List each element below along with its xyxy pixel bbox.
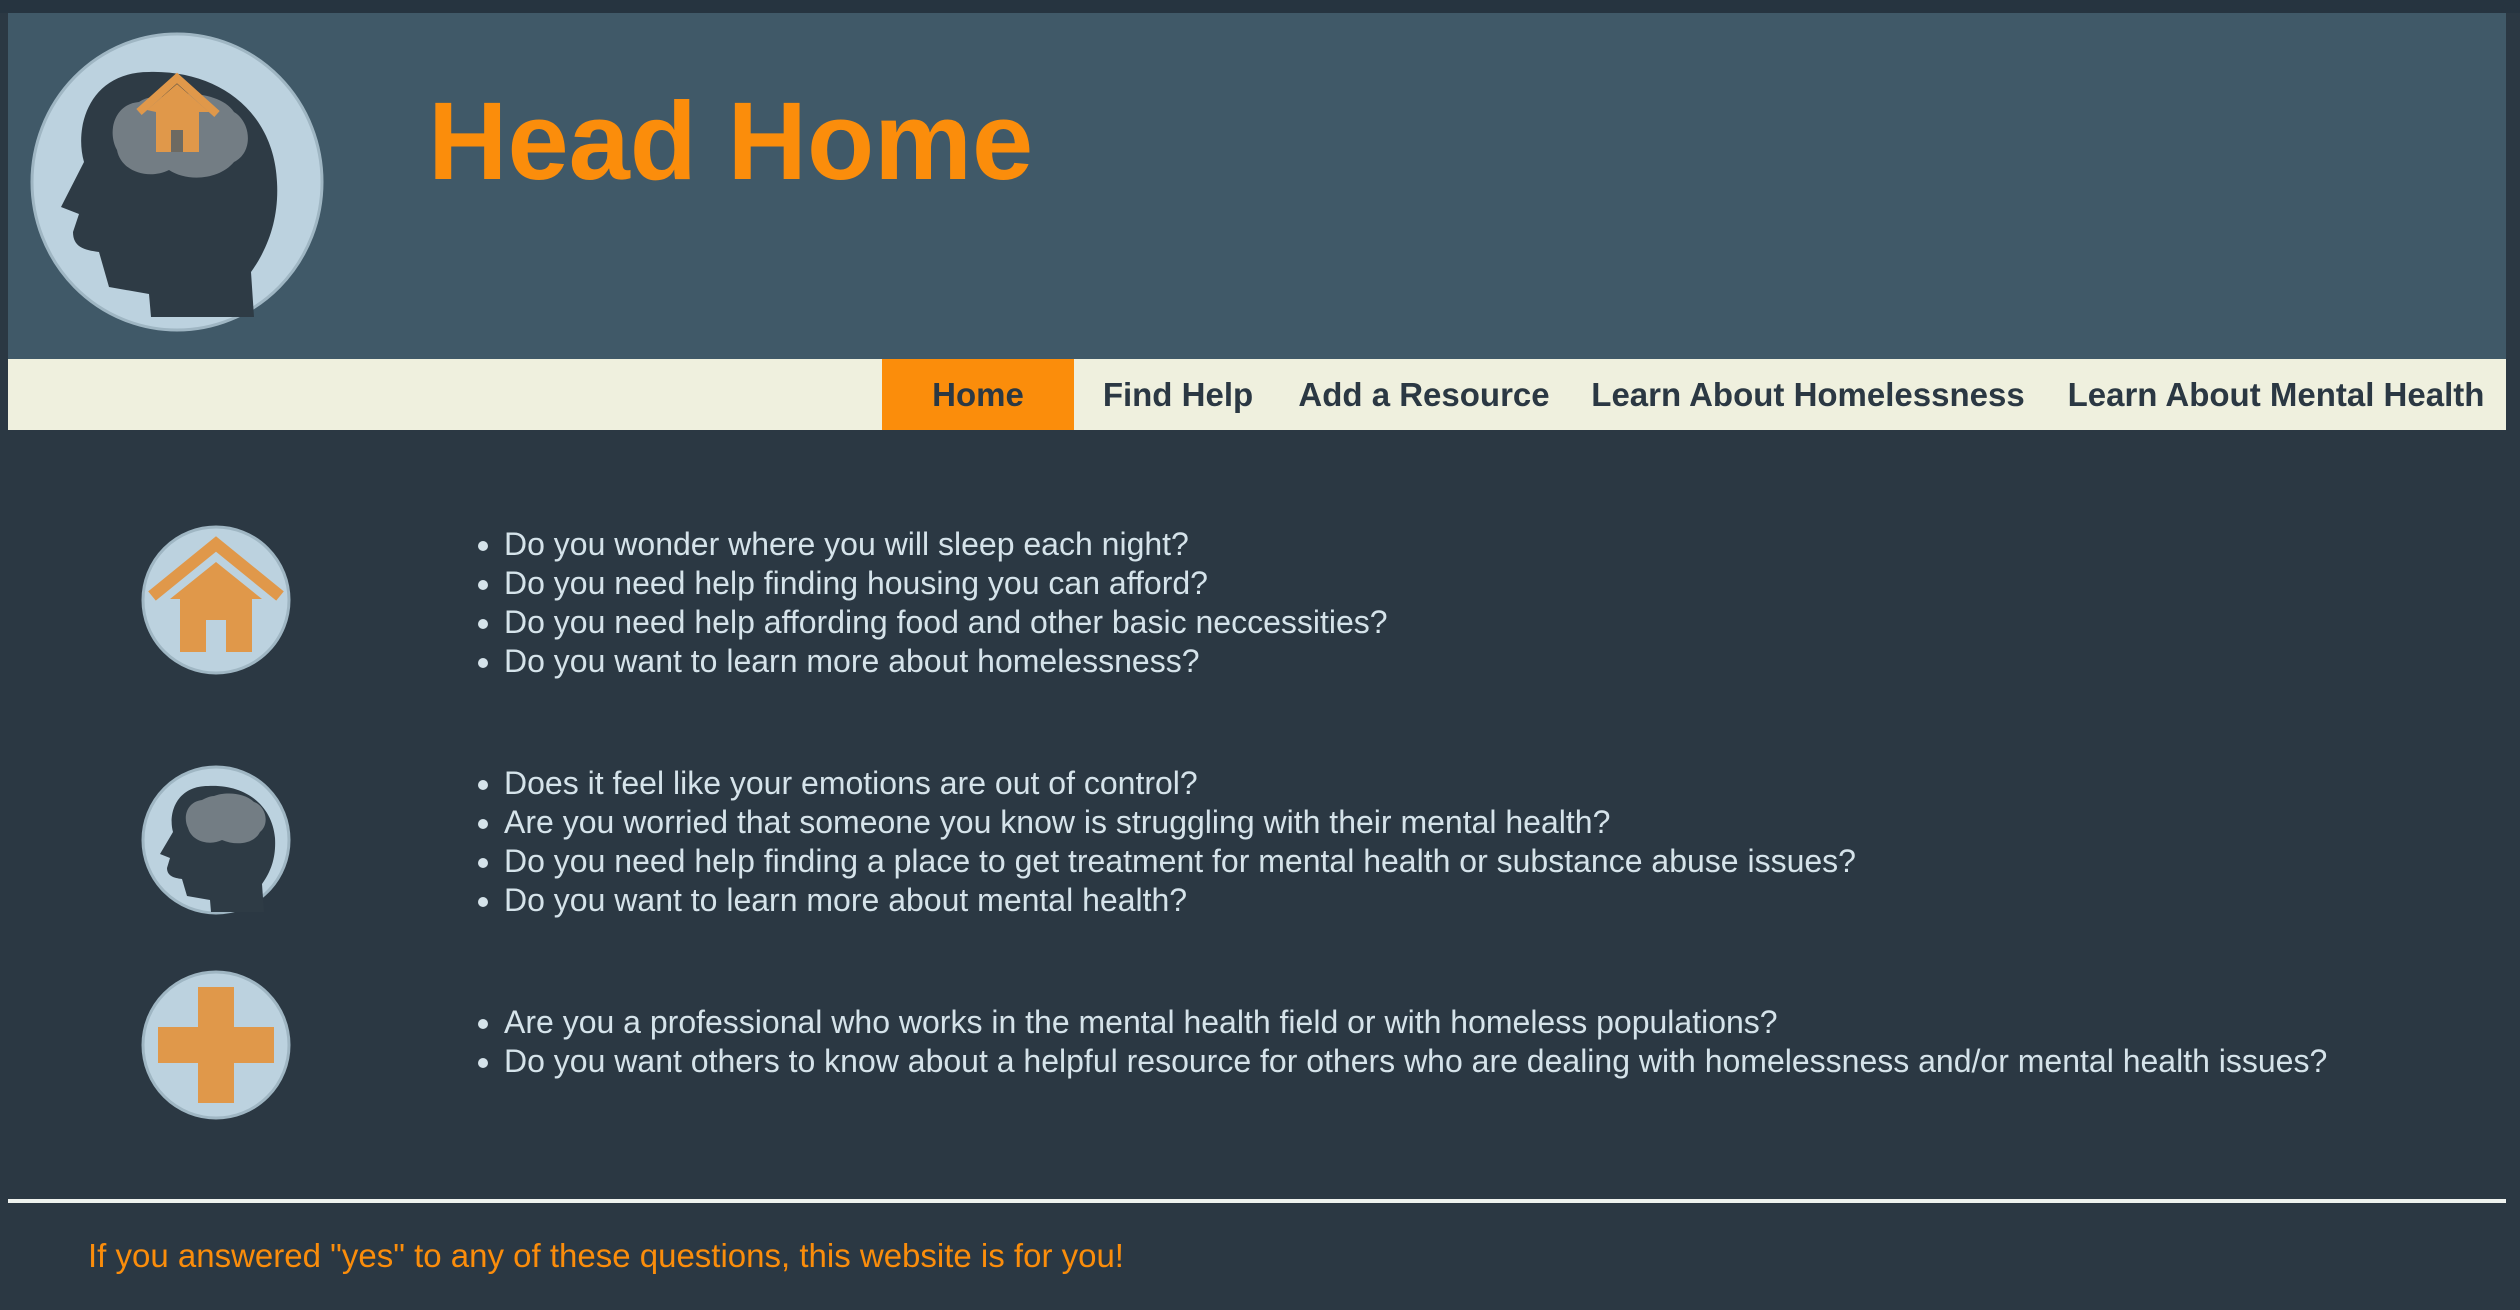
list-item: Are you worried that someone you know is… [504, 803, 1856, 842]
nav-find-help[interactable]: Find Help [1080, 359, 1276, 430]
list-item: Are you a professional who works in the … [504, 1003, 2327, 1042]
list-item: Do you want to learn more about mental h… [504, 881, 1856, 920]
main-nav: Home Find Help Add a Resource Learn Abou… [8, 359, 2506, 430]
housing-questions: Do you wonder where you will sleep each … [470, 525, 1388, 681]
house-icon [141, 525, 291, 675]
nav-learn-homelessness[interactable]: Learn About Homelessness [1578, 359, 2038, 430]
list-item: Do you want to learn more about homeless… [504, 642, 1388, 681]
nav-learn-mental-health[interactable]: Learn About Mental Health [2054, 359, 2498, 430]
list-item: Do you want others to know about a helpf… [504, 1042, 2327, 1081]
list-item: Do you need help finding housing you can… [504, 564, 1388, 603]
site-header: Head Home [8, 13, 2506, 359]
site-title: Head Home [428, 80, 1034, 203]
divider [8, 1199, 2506, 1203]
nav-home[interactable]: Home [882, 359, 1074, 430]
nav-add-resource[interactable]: Add a Resource [1284, 359, 1564, 430]
medical-cross-icon [141, 970, 291, 1120]
mental-health-questions: Does it feel like your emotions are out … [470, 764, 1856, 920]
list-item: Do you need help finding a place to get … [504, 842, 1856, 881]
head-with-house-icon[interactable] [29, 32, 325, 332]
list-item: Do you wonder where you will sleep each … [504, 525, 1388, 564]
head-brain-icon [141, 765, 291, 915]
list-item: Do you need help affording food and othe… [504, 603, 1388, 642]
top-edge-strip [0, 0, 2520, 13]
professional-questions: Are you a professional who works in the … [470, 1003, 2327, 1081]
footer-note: If you answered "yes" to any of these qu… [88, 1237, 1124, 1274]
list-item: Does it feel like your emotions are out … [504, 764, 1856, 803]
